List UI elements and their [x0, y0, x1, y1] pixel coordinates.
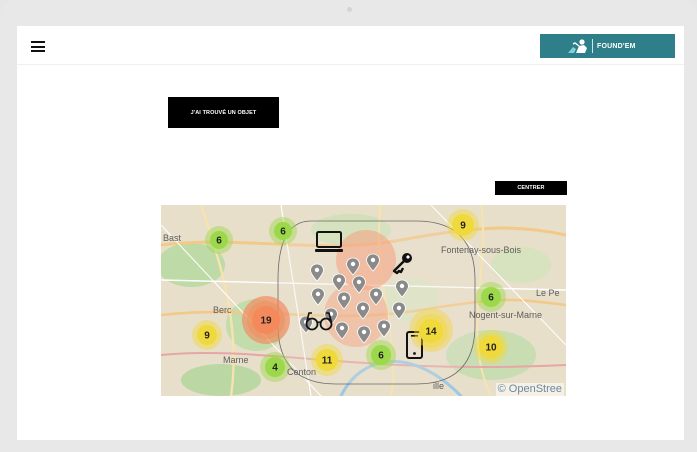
- place-label: Marne: [223, 355, 249, 365]
- cluster-bubble[interactable]: 9: [447, 209, 479, 241]
- place-label: Nogent-sur-Marne: [469, 310, 543, 320]
- cluster-count: 9: [204, 331, 210, 342]
- camera-dot: [347, 7, 352, 12]
- cluster-count: 19: [260, 316, 272, 327]
- cluster-bubble[interactable]: 4: [260, 352, 290, 382]
- cluster-count: 4: [272, 363, 278, 374]
- place-label: Le Pe: [536, 288, 560, 298]
- cluster-count: 6: [216, 236, 222, 247]
- cluster-bubble[interactable]: 6: [205, 226, 233, 254]
- map-view[interactable]: 6 6 9 6 9 19 4 11 6 14 10 Bast Fontenay-sous-Bois …: [161, 205, 566, 396]
- cluster-bubble[interactable]: 10: [474, 330, 508, 364]
- cluster-count: 6: [280, 227, 286, 238]
- cluster-count: 11: [322, 356, 333, 367]
- logo-separator: [592, 39, 593, 53]
- cluster-bubble[interactable]: 19: [247, 301, 285, 339]
- cluster-bubble[interactable]: 6: [269, 217, 297, 245]
- found-object-button[interactable]: J'AI TROUVÉ UN OBJET: [168, 97, 279, 128]
- map-attribution[interactable]: © OpenStree: [495, 383, 564, 396]
- cluster-bubble[interactable]: 14: [414, 314, 448, 348]
- place-label: Bast: [163, 233, 182, 243]
- cluster-count: 10: [485, 343, 497, 354]
- person-found-icon: [568, 39, 587, 53]
- place-label: ille: [433, 381, 445, 391]
- logo-text: FOUND'EM: [597, 42, 636, 50]
- top-bar: FOUND'EM: [17, 26, 684, 65]
- place-label: Berc: [213, 305, 232, 315]
- cluster-bubble[interactable]: 6: [476, 282, 506, 312]
- cluster-count: 6: [488, 293, 494, 304]
- map-canvas[interactable]: 6 6 9 6 9 19 4 11 6 14 10: [161, 205, 566, 396]
- place-label: Centon: [287, 367, 317, 377]
- center-map-button[interactable]: CENTRER: [495, 181, 567, 195]
- app-screen: FOUND'EM J'AI TROUVÉ UN OBJET CENTRER 6 …: [17, 26, 684, 440]
- place-label: Fontenay-sous-Bois: [441, 245, 522, 255]
- cluster-bubble[interactable]: 9: [192, 320, 222, 350]
- app-logo[interactable]: FOUND'EM: [540, 34, 675, 58]
- cluster-count: 14: [425, 327, 437, 338]
- hamburger-menu-icon[interactable]: [31, 41, 45, 52]
- cluster-bubble[interactable]: 6: [366, 340, 396, 370]
- cluster-count: 9: [460, 221, 466, 232]
- cluster-count: 6: [378, 351, 384, 362]
